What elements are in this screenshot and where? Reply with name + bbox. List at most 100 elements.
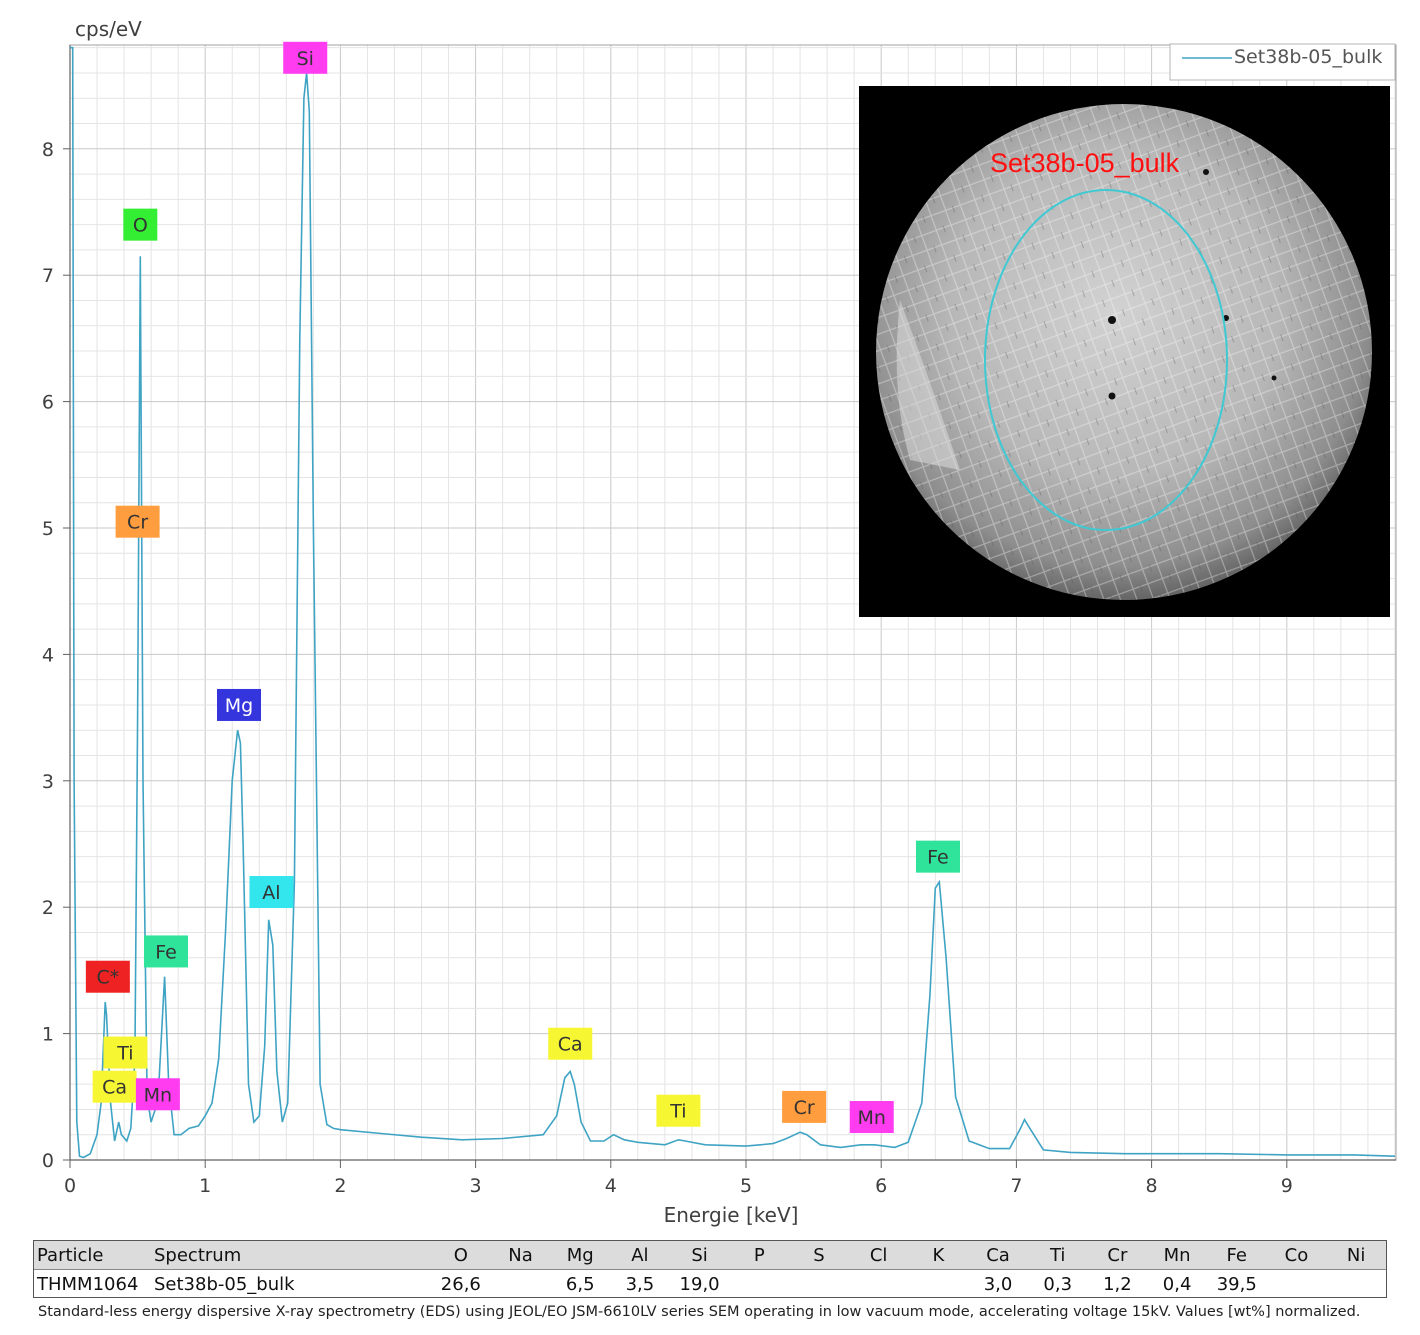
cell-p <box>729 1270 789 1299</box>
peak-label-si: Si <box>283 41 328 74</box>
table-header-row: Particle Spectrum O Na Mg Al Si P S Cl K Ca Ti Cr Mn Fe… <box>34 1241 1386 1270</box>
peak-label-mn: Mn <box>135 1078 180 1111</box>
peak-label-ti: Ti <box>103 1036 148 1069</box>
legend-entry-label: Set38b-05_bulk <box>1234 46 1382 68</box>
cell-na <box>491 1270 551 1299</box>
x-axis-title: Energie [keV] <box>664 1203 799 1227</box>
cell-o: 26,6 <box>440 1273 481 1295</box>
cell-s <box>789 1270 849 1299</box>
y-tick-label: 6 <box>42 392 54 414</box>
peak-label-text: Si <box>297 48 314 70</box>
cell-cr: 1,2 <box>1103 1273 1132 1295</box>
column-header-cl: Cl <box>848 1241 909 1270</box>
x-tick-label: 6 <box>875 1175 887 1197</box>
peak-label-text: O <box>133 215 148 237</box>
composition-table: Particle Spectrum O Na Mg Al Si P S Cl K Ca Ti Cr Mn Fe… <box>34 1241 1386 1298</box>
y-tick-label: 1 <box>42 1024 54 1046</box>
pore-dot <box>1271 375 1277 381</box>
composition-table-container: Particle Spectrum O Na Mg Al Si P S Cl K Ca Ti Cr Mn Fe… <box>33 1240 1387 1298</box>
x-tick-label: 9 <box>1281 1175 1293 1197</box>
pore-dot <box>1203 169 1209 175</box>
peak-label-ti: Ti <box>656 1094 701 1127</box>
peak-label-text: Mg <box>225 695 253 717</box>
x-tick-label: 1 <box>199 1175 211 1197</box>
y-tick-label: 8 <box>42 139 54 161</box>
peak-label-text: Ca <box>558 1034 583 1056</box>
cell-k <box>909 1270 969 1299</box>
cell-si: 19,0 <box>679 1273 720 1295</box>
peak-label-text: Cr <box>127 512 148 534</box>
peak-label-cr: Cr <box>115 505 160 538</box>
column-header-spectrum: Spectrum <box>151 1241 431 1270</box>
column-header-o: O <box>431 1241 491 1270</box>
sem-inset-image: Set38b-05_bulk <box>859 86 1390 617</box>
column-header-ti: Ti <box>1027 1241 1088 1270</box>
cell-ca: 3,0 <box>983 1273 1013 1295</box>
y-tick-label: 4 <box>42 644 54 666</box>
column-header-al: Al <box>610 1241 670 1270</box>
column-header-s: S <box>789 1241 849 1270</box>
peak-label-mn: Mn <box>849 1101 894 1134</box>
x-tick-label: 3 <box>470 1175 482 1197</box>
particle-surface-texture <box>876 104 1372 600</box>
column-header-p: P <box>729 1241 790 1270</box>
column-header-ni: Ni <box>1326 1241 1386 1270</box>
peak-label-o: O <box>123 208 158 241</box>
column-header-na: Na <box>490 1241 551 1270</box>
peak-label-text: Mn <box>858 1107 886 1129</box>
cell-cl <box>849 1270 909 1299</box>
peak-label-text: Cr <box>794 1097 815 1119</box>
column-header-co: Co <box>1266 1241 1327 1270</box>
y-tick-label: 5 <box>42 518 54 540</box>
peak-label-cr: Cr <box>782 1090 827 1123</box>
cell-mn: 0,4 <box>1162 1273 1192 1295</box>
peak-label-text: Ca <box>102 1077 127 1099</box>
peak-label-fe: Fe <box>915 840 960 873</box>
cell-particle: THMM1064 <box>37 1273 139 1295</box>
column-header-k: K <box>908 1241 969 1270</box>
peak-label-mg: Mg <box>217 688 261 721</box>
peak-label-text: Fe <box>927 847 949 869</box>
column-header-fe: Fe <box>1206 1241 1267 1270</box>
table-body: THMM1064 Set38b-05_bulk 26,6 6,5 3,5 19,0 3,0 0… <box>34 1270 1386 1299</box>
y-axis-title: cps/eV <box>75 17 142 41</box>
method-footnote: Standard-less energy dispersive X-ray sp… <box>38 1304 1361 1320</box>
cell-co <box>1267 1270 1327 1299</box>
column-header-cr: Cr <box>1087 1241 1148 1270</box>
peak-label-cstar: C* <box>85 960 130 993</box>
y-tick-label: 3 <box>42 771 54 793</box>
table-row: THMM1064 Set38b-05_bulk 26,6 6,5 3,5 19,0 3,0 0… <box>34 1270 1386 1299</box>
cell-ni <box>1326 1270 1386 1299</box>
peak-label-text: Al <box>262 882 280 904</box>
peak-label-text: Ti <box>669 1101 686 1123</box>
y-tick-label: 0 <box>42 1150 54 1172</box>
x-tick-label: 8 <box>1146 1175 1158 1197</box>
cell-al: 3,5 <box>625 1273 655 1295</box>
cell-fe: 39,5 <box>1216 1273 1257 1295</box>
cell-mg: 6,5 <box>565 1273 595 1295</box>
x-tick-label: 2 <box>334 1175 346 1197</box>
x-tick-label: 5 <box>740 1175 752 1197</box>
column-header-mg: Mg <box>550 1241 611 1270</box>
peak-label-fe: Fe <box>143 935 188 968</box>
x-tick-label: 0 <box>64 1175 76 1197</box>
pore-dot <box>1108 392 1116 400</box>
cell-ti: 0,3 <box>1043 1273 1073 1295</box>
peak-label-text: C* <box>96 967 119 989</box>
legend: Set38b-05_bulk <box>1169 43 1396 81</box>
x-tick-label: 4 <box>605 1175 617 1197</box>
y-tick-label: 2 <box>42 897 54 919</box>
peak-label-text: Ti <box>116 1043 133 1065</box>
inset-spectrum-label: Set38b-05_bulk <box>990 148 1180 178</box>
column-header-mn: Mn <box>1147 1241 1207 1270</box>
column-header-particle: Particle <box>34 1241 151 1270</box>
column-header-si: Si <box>669 1241 730 1270</box>
peak-label-al: Al <box>249 876 294 909</box>
eds-spectrum-chart: 0 1 2 3 4 5 6 7 8 9 0 1 2 3 4 5 6 7 8 Si O Cr Mg Al Fe C* Ti Ca Mn C… <box>42 17 1397 1227</box>
peak-label-text: Mn <box>144 1084 172 1106</box>
pore-dot <box>1108 316 1116 324</box>
x-tick-label: 7 <box>1010 1175 1022 1197</box>
column-header-ca: Ca <box>968 1241 1028 1270</box>
peak-label-ca: Ca <box>548 1027 593 1060</box>
peak-labels: Si O Cr Mg Al Fe C* Ti Ca Mn Ca Ti Cr Mn Fe <box>85 41 960 1134</box>
